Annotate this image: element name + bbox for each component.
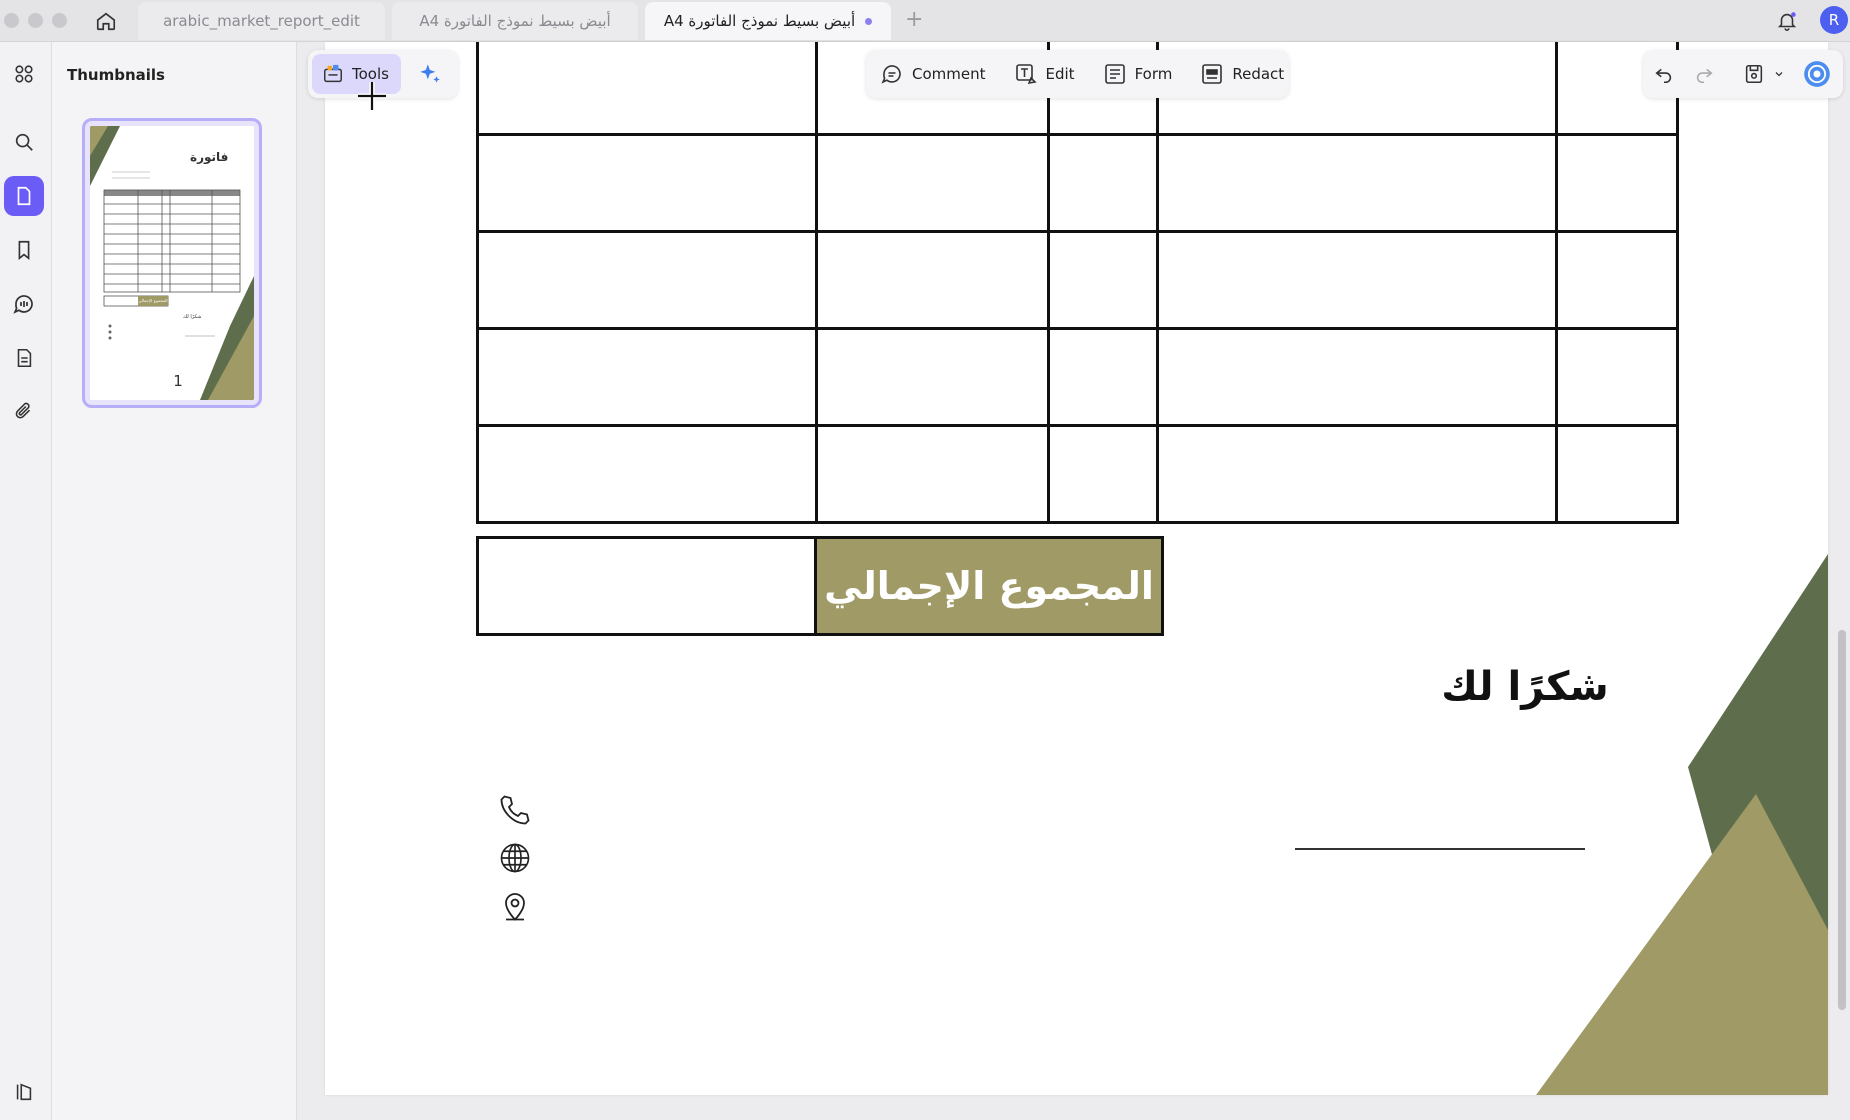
window-minimize-button[interactable] [28, 13, 43, 28]
grid-icon [15, 65, 33, 83]
left-rail [0, 42, 52, 1120]
rail-bookmarks-button[interactable] [4, 230, 44, 270]
vertical-scrollbar[interactable] [1838, 630, 1846, 1010]
thumbnail-page-number: 1 [173, 372, 183, 390]
crosshair-cursor [358, 82, 386, 110]
comment-label: Comment [912, 65, 986, 83]
sidebar-toggle-icon [16, 1083, 32, 1101]
thumbnails-panel: Thumbnails فاتورة المجموع الإجمالي شكرًا… [52, 42, 297, 1120]
redact-label: Redact [1232, 65, 1285, 83]
ai-assistant-icon[interactable] [1803, 60, 1831, 88]
tab-invoice-template-2[interactable]: أبيض بسيط نموذج الفاتورة A4 [645, 2, 891, 40]
redact-button[interactable]: Redact [1200, 62, 1284, 86]
table-row [476, 424, 1679, 524]
chevron-down-icon[interactable] [1773, 68, 1785, 80]
table-row [476, 230, 1679, 330]
tab-label: أبيض بسيط نموذج الفاتورة A4 [419, 12, 611, 30]
table-row [476, 327, 1679, 427]
thumbnail-total-label: المجموع الإجمالي [138, 298, 168, 303]
rail-search-button[interactable] [4, 122, 44, 162]
invoice-table [476, 42, 1679, 524]
tab-label: أبيض بسيط نموذج الفاتورة A4 [663, 12, 856, 30]
total-value-cell [479, 539, 817, 633]
bell-icon [1777, 12, 1797, 31]
form-label: Form [1134, 65, 1173, 83]
thank-you-text: شكرًا لك [1441, 664, 1609, 710]
signature-line [1295, 848, 1585, 850]
edit-toolbar: Comment Edit Form Redact [866, 50, 1289, 98]
tools-icon [324, 64, 342, 83]
form-button[interactable]: Form [1103, 62, 1173, 86]
window-close-button[interactable] [4, 13, 19, 28]
home-icon [96, 12, 116, 31]
page-icon [17, 186, 31, 206]
edit-label: Edit [1045, 65, 1075, 83]
rail-grid-button[interactable] [4, 54, 44, 94]
table-row [476, 133, 1679, 233]
history-toolbar [1643, 50, 1843, 98]
phone-icon [500, 795, 530, 825]
title-bar: arabic_market_report_edit أبيض بسيط نموذ… [0, 0, 1850, 42]
document-viewport[interactable]: المجموع الإجمالي شكرًا لك [297, 42, 1850, 1120]
search-icon [15, 133, 33, 151]
thumbnail-thanks: شكرًا لك [183, 314, 202, 320]
notifications-button[interactable] [1776, 9, 1798, 37]
undo-icon[interactable] [1653, 63, 1675, 85]
rail-sidebar-toggle-button[interactable] [4, 1072, 44, 1112]
comment-button[interactable]: Comment [880, 62, 986, 86]
total-row: المجموع الإجمالي [476, 536, 1164, 636]
location-icon [505, 893, 525, 921]
pdf-page[interactable]: المجموع الإجمالي شكرًا لك [325, 42, 1828, 1095]
form-icon [1104, 64, 1125, 84]
thumbnail-title: فاتورة [190, 150, 229, 164]
thumbnails-title: Thumbnails [67, 66, 165, 84]
tab-label: arabic_market_report_edit [163, 12, 360, 30]
avatar[interactable]: R [1820, 6, 1848, 34]
page-thumbnail[interactable]: فاتورة المجموع الإجمالي شكرًا لك [82, 118, 262, 408]
rail-thumbnails-button[interactable] [4, 176, 44, 216]
rail-comments-button[interactable] [4, 284, 44, 324]
save-icon[interactable] [1743, 63, 1765, 85]
sparkle-icon [420, 64, 440, 83]
new-tab-button[interactable]: + [905, 9, 923, 31]
rail-attachments-button[interactable] [4, 392, 44, 432]
ai-sparkle-button[interactable] [417, 61, 443, 87]
total-label: المجموع الإجمالي [817, 539, 1161, 633]
rail-document-button[interactable] [4, 338, 44, 378]
window-zoom-button[interactable] [52, 13, 67, 28]
comment-list-icon [13, 295, 33, 314]
paperclip-icon [15, 402, 31, 419]
avatar-initial: R [1828, 11, 1840, 29]
redact-icon [1202, 64, 1223, 84]
edit-icon [1015, 64, 1037, 85]
unsaved-dot [865, 17, 873, 25]
redo-icon[interactable] [1693, 63, 1715, 85]
tab-arabic-market-report[interactable]: arabic_market_report_edit [138, 2, 385, 40]
comment-icon [881, 65, 901, 84]
thumbnail-preview: فاتورة المجموع الإجمالي شكرًا لك [90, 126, 254, 400]
home-button[interactable] [92, 8, 120, 34]
edit-button[interactable]: Edit [1014, 62, 1075, 86]
bookmark-icon [18, 240, 30, 260]
globe-icon [500, 843, 530, 873]
thumbnail-art [90, 126, 254, 400]
document-icon [17, 348, 32, 368]
tab-invoice-template-1[interactable]: أبيض بسيط نموذج الفاتورة A4 [392, 2, 638, 40]
